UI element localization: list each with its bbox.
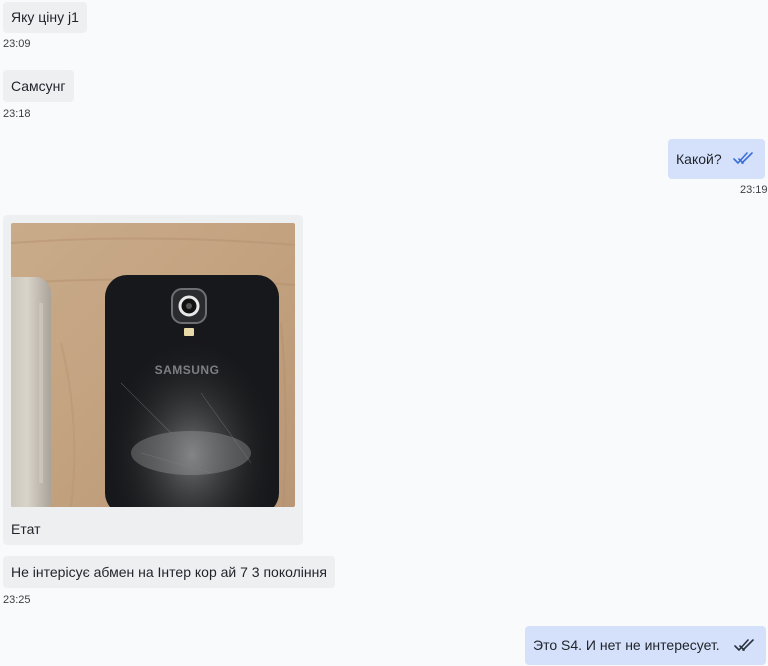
double-check-icon xyxy=(734,638,758,656)
incoming-photo-message[interactable]: SAMSUNG Етат xyxy=(3,215,303,545)
message-text: Какой? xyxy=(676,151,722,167)
message-text: Самсунг xyxy=(11,78,66,94)
incoming-message[interactable]: Яку ціну j1 xyxy=(3,2,87,33)
outgoing-message[interactable]: Какой? xyxy=(668,139,765,179)
message-timestamp: 23:18 xyxy=(3,108,31,120)
message-timestamp: 23:25 xyxy=(3,594,31,606)
incoming-message[interactable]: Не інтерісує абмен на Інтер кор ай 7 3 п… xyxy=(3,556,335,588)
message-text: Это S4. И нет не интересует. xyxy=(533,637,720,653)
svg-text:SAMSUNG: SAMSUNG xyxy=(155,363,220,377)
incoming-message[interactable]: Самсунг xyxy=(3,70,74,102)
phone-photo-image: SAMSUNG xyxy=(11,223,295,507)
outgoing-message[interactable]: Это S4. И нет не интересует. xyxy=(525,626,766,665)
message-photo[interactable]: SAMSUNG xyxy=(11,223,295,507)
message-timestamp: 23:19 xyxy=(740,184,768,196)
double-check-icon xyxy=(733,151,757,169)
photo-caption: Етат xyxy=(11,521,41,537)
message-text: Яку ціну j1 xyxy=(11,9,79,25)
chat-thread: Яку ціну j1 23:09 Самсунг 23:18 Какой? 2… xyxy=(0,0,768,666)
message-timestamp: 23:09 xyxy=(3,38,31,50)
message-text: Не інтерісує абмен на Інтер кор ай 7 3 п… xyxy=(11,564,327,580)
